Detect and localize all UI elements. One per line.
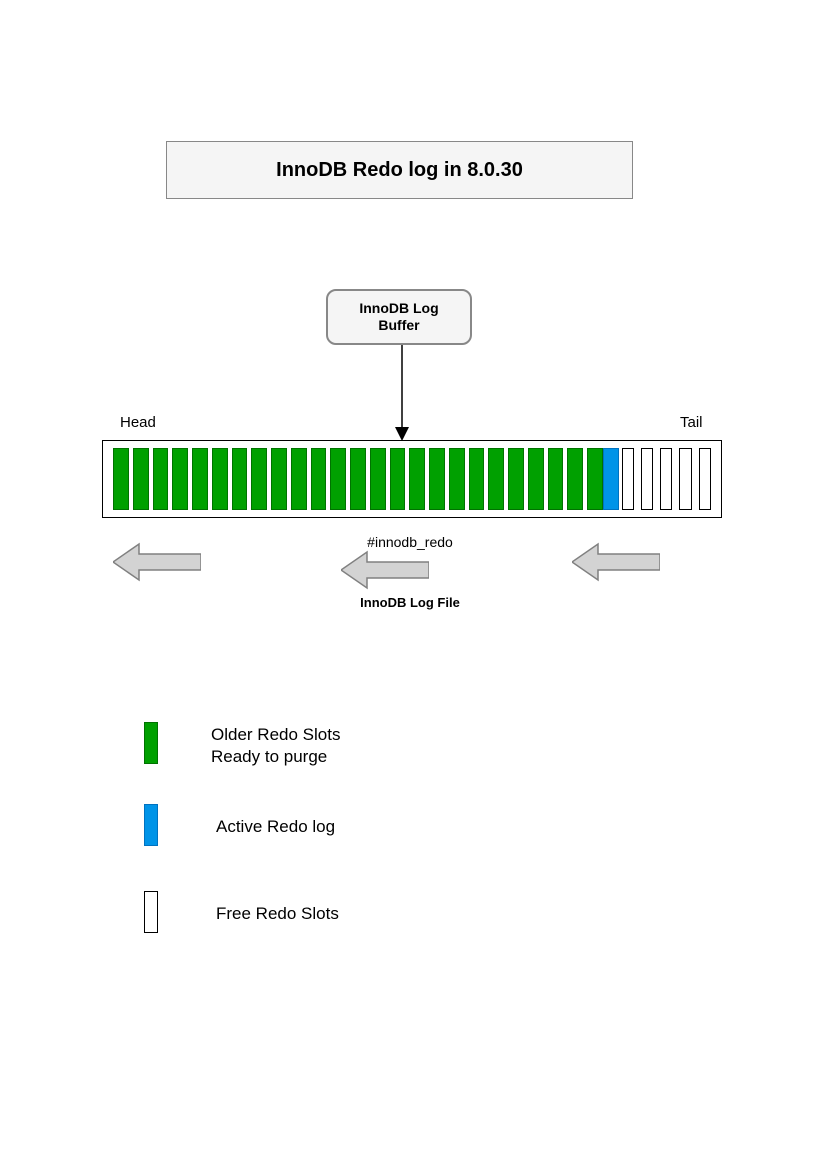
redo-slot-older: [192, 448, 208, 510]
redo-slot-older: [370, 448, 386, 510]
redo-slot-older: [330, 448, 346, 510]
arrow-down-icon: [395, 345, 409, 441]
legend-swatch-blue: [144, 804, 158, 846]
legend-swatch-green: [144, 722, 158, 764]
redo-slot-older: [311, 448, 327, 510]
redo-slot-free: [660, 448, 672, 510]
redo-slot-older: [528, 448, 544, 510]
innodb-log-file-box: [102, 440, 722, 518]
redo-slot-older: [429, 448, 445, 510]
legend-blue-text: Active Redo log: [216, 816, 335, 838]
arrow-left-icon: [572, 542, 660, 582]
arrow-left-icon: [113, 542, 201, 582]
redo-slot-active: [603, 448, 619, 510]
legend-green-text: Older Redo Slots Ready to purge: [211, 724, 340, 768]
redo-slot-free: [641, 448, 653, 510]
redo-slot-older: [232, 448, 248, 510]
redo-slot-older: [113, 448, 129, 510]
redo-slot-older: [212, 448, 228, 510]
innodb-log-buffer-label: InnoDB Log Buffer: [338, 300, 460, 335]
redo-slot-free: [622, 448, 634, 510]
redo-slot-older: [449, 448, 465, 510]
legend-swatch-free: [144, 891, 158, 933]
head-label: Head: [120, 414, 156, 431]
redo-slot-older: [291, 448, 307, 510]
redo-slot-older: [251, 448, 267, 510]
redo-slot-older: [350, 448, 366, 510]
redo-slot-older: [548, 448, 564, 510]
redo-slot-older: [488, 448, 504, 510]
redo-slot-older: [508, 448, 524, 510]
redo-slot-older: [153, 448, 169, 510]
redo-slot-older: [172, 448, 188, 510]
redo-dir-label: #innodb_redo: [350, 534, 470, 550]
innodb-log-buffer-box: InnoDB Log Buffer: [326, 289, 472, 345]
redo-slot-older: [390, 448, 406, 510]
redo-slot-older: [409, 448, 425, 510]
redo-slot-older: [469, 448, 485, 510]
tail-label: Tail: [680, 414, 703, 431]
legend-free-text: Free Redo Slots: [216, 903, 339, 925]
redo-slot-older: [133, 448, 149, 510]
redo-slot-older: [271, 448, 287, 510]
innodb-log-file-label: InnoDB Log File: [350, 595, 470, 610]
redo-slot-older: [587, 448, 603, 510]
diagram-title-box: InnoDB Redo log in 8.0.30: [166, 141, 633, 199]
diagram-canvas: InnoDB Redo log in 8.0.30 InnoDB Log Buf…: [0, 0, 827, 1169]
redo-slot-older: [567, 448, 583, 510]
redo-slot-free: [679, 448, 691, 510]
arrow-left-icon: [341, 550, 429, 590]
diagram-title: InnoDB Redo log in 8.0.30: [276, 159, 523, 182]
redo-slot-free: [699, 448, 711, 510]
